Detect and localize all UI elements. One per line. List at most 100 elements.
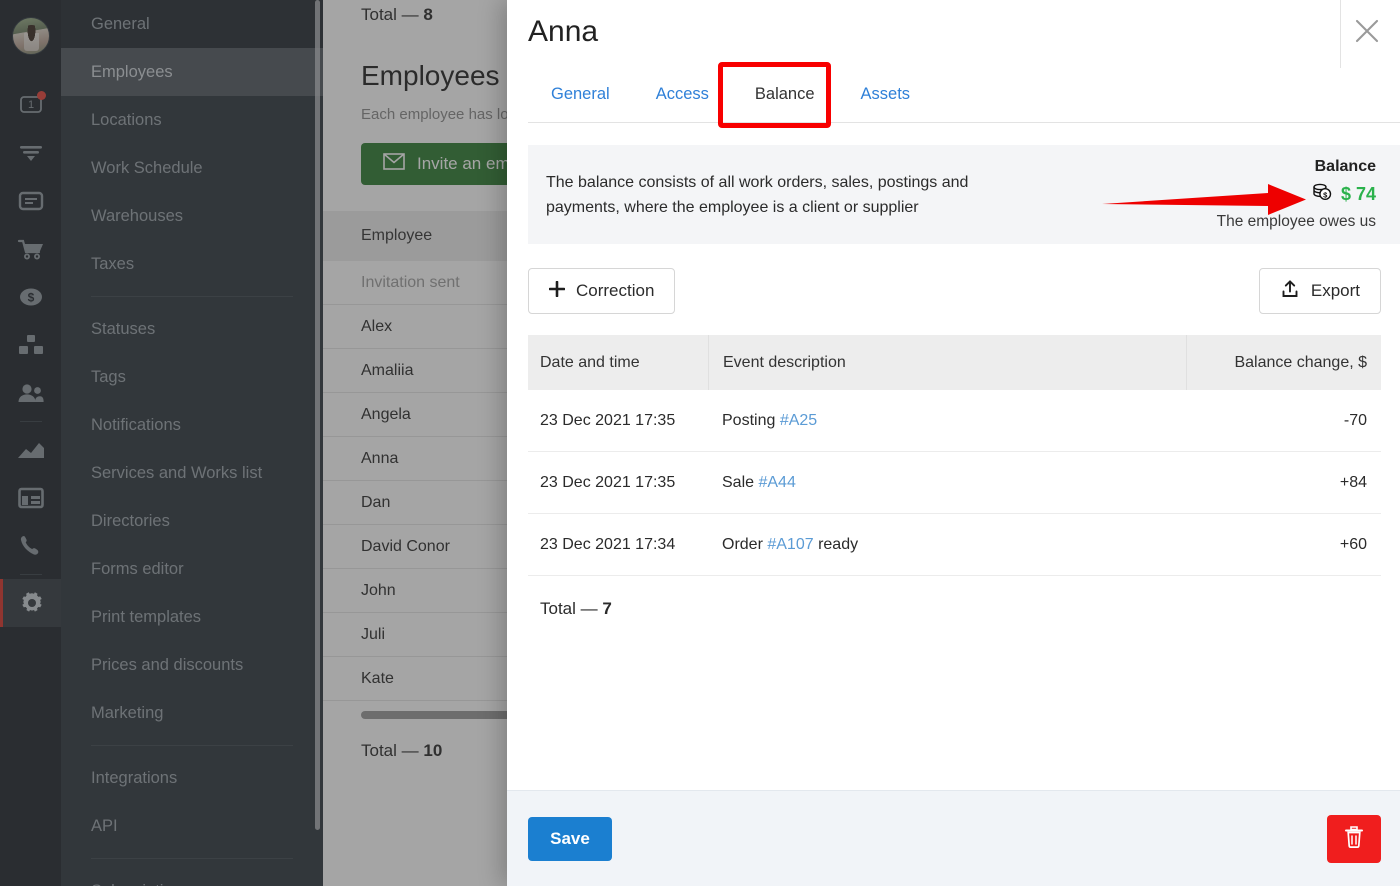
balance-summary: Balance $ $ 74 The employee owes us <box>1217 158 1376 231</box>
cell-date: 23 Dec 2021 17:35 <box>540 411 676 429</box>
menu-separator-3 <box>91 858 293 859</box>
table-row[interactable]: 23 Dec 2021 17:34 Order #A107 ready +60 <box>528 514 1381 576</box>
menu-item-print-templates[interactable]: Print templates <box>61 593 323 641</box>
tab-access[interactable]: Access <box>633 78 732 110</box>
balance-label: Balance <box>1314 158 1376 175</box>
cell-description: Sale #A44 <box>708 452 1186 513</box>
menu-item-statuses[interactable]: Statuses <box>61 305 323 353</box>
funnel-icon[interactable] <box>0 129 61 177</box>
avatar[interactable] <box>11 17 50 55</box>
rail-divider-2 <box>19 574 42 575</box>
balance-value-row: $ $ 74 <box>1217 182 1376 206</box>
app-root: 1 $ General Employees Locations Work Sch… <box>0 0 1400 886</box>
employees-total-value: 10 <box>423 741 443 760</box>
tabs-underline <box>528 122 1400 123</box>
cell-amount: +84 <box>1339 473 1367 491</box>
menu-item-employees[interactable]: Employees <box>61 48 323 96</box>
balance-amount: $ 74 <box>1340 183 1376 204</box>
event-link[interactable]: #A44 <box>758 474 795 492</box>
table-row[interactable]: 23 Dec 2021 17:35 Posting #A25 -70 <box>528 390 1381 452</box>
cell-description: Posting #A25 <box>708 390 1186 451</box>
modal-body: The balance consists of all work orders,… <box>507 127 1400 790</box>
delete-button[interactable] <box>1327 815 1381 863</box>
cart-icon[interactable] <box>0 225 61 273</box>
trash-icon <box>1343 825 1365 854</box>
dollar-coin-icon[interactable]: $ <box>0 273 61 321</box>
menu-item-marketing[interactable]: Marketing <box>61 689 323 737</box>
dashboard-icon[interactable] <box>0 474 61 522</box>
balance-info-panel: The balance consists of all work orders,… <box>528 145 1400 244</box>
analytics-icon[interactable] <box>0 426 61 474</box>
column-header-balance-change: Balance change, $ <box>1186 335 1381 390</box>
tasks-icon[interactable]: 1 <box>0 81 61 129</box>
correction-button[interactable]: Correction <box>528 268 676 314</box>
settings-menu: General Employees Locations Work Schedul… <box>61 0 323 886</box>
event-link[interactable]: #A107 <box>767 536 813 554</box>
menu-item-forms-editor[interactable]: Forms editor <box>61 545 323 593</box>
menu-item-general[interactable]: General <box>61 0 323 48</box>
cell-amount: +60 <box>1339 535 1367 553</box>
tasks-badge-dot <box>37 91 46 100</box>
cell-amount: -70 <box>1343 411 1367 429</box>
menu-separator-2 <box>91 745 293 746</box>
menu-item-api[interactable]: API <box>61 802 323 850</box>
table-row[interactable]: 23 Dec 2021 17:35 Sale #A44 +84 <box>528 452 1381 514</box>
menu-scrollbar[interactable] <box>315 0 320 830</box>
event-link[interactable]: #A25 <box>780 412 817 430</box>
tab-general[interactable]: General <box>528 78 633 110</box>
column-header-description: Event description <box>708 335 1186 390</box>
event-status: ready <box>818 535 859 553</box>
warehouse-icon[interactable] <box>0 321 61 369</box>
previous-total-value: 8 <box>423 5 433 24</box>
menu-item-warehouses[interactable]: Warehouses <box>61 192 323 240</box>
menu-separator-1 <box>91 296 293 297</box>
menu-item-work-schedule[interactable]: Work Schedule <box>61 144 323 192</box>
modal-header: Anna General Access Balance Assets <box>507 0 1400 127</box>
header-divider <box>1340 0 1341 68</box>
menu-item-notifications[interactable]: Notifications <box>61 401 323 449</box>
previous-total-label: Total — <box>361 5 424 24</box>
menu-item-directories[interactable]: Directories <box>61 497 323 545</box>
event-type: Posting <box>722 411 776 429</box>
modal-action-row: Correction Export <box>528 268 1400 314</box>
export-button[interactable]: Export <box>1258 268 1381 314</box>
plus-icon <box>548 280 566 302</box>
rail-divider <box>19 421 42 422</box>
cell-date: 23 Dec 2021 17:34 <box>540 535 676 553</box>
menu-item-taxes[interactable]: Taxes <box>61 240 323 288</box>
save-button[interactable]: Save <box>528 817 612 861</box>
employees-total-label: Total — <box>361 741 424 760</box>
money-coins-icon: $ <box>1312 182 1332 206</box>
employee-detail-modal: Anna General Access Balance Assets The b… <box>507 0 1400 886</box>
menu-item-services-and-works-list[interactable]: Services and Works list <box>61 449 323 497</box>
menu-item-integrations[interactable]: Integrations <box>61 754 323 802</box>
modal-footer: Save <box>507 790 1400 886</box>
clients-icon[interactable] <box>0 369 61 417</box>
phone-icon[interactable] <box>0 522 61 570</box>
tab-assets[interactable]: Assets <box>838 78 934 110</box>
svg-text:$: $ <box>27 291 34 305</box>
balance-note: The employee owes us <box>1216 213 1376 230</box>
cell-description: Order #A107 ready <box>708 514 1186 575</box>
table-total: Total — 7 <box>528 599 1381 619</box>
icon-rail: 1 $ <box>0 0 61 886</box>
table-total-value: 7 <box>602 599 612 618</box>
gear-icon[interactable] <box>0 579 61 627</box>
cell-date: 23 Dec 2021 17:35 <box>540 473 676 491</box>
menu-item-subscription[interactable]: Subscription <box>61 867 323 886</box>
menu-item-prices-and-discounts[interactable]: Prices and discounts <box>61 641 323 689</box>
table-header-row: Date and time Event description Balance … <box>528 335 1381 390</box>
balance-history-table: Date and time Event description Balance … <box>528 335 1381 619</box>
correction-label: Correction <box>576 281 655 300</box>
balance-description: The balance consists of all work orders,… <box>546 173 969 216</box>
menu-item-tags[interactable]: Tags <box>61 353 323 401</box>
modal-tabs: General Access Balance Assets <box>528 78 933 110</box>
close-icon[interactable] <box>1344 8 1390 54</box>
upload-icon <box>1280 279 1300 304</box>
event-type: Sale <box>722 473 755 491</box>
menu-item-locations[interactable]: Locations <box>61 96 323 144</box>
inbox-icon[interactable] <box>0 177 61 225</box>
modal-title: Anna <box>528 15 599 48</box>
envelope-icon <box>383 153 405 175</box>
tab-balance[interactable]: Balance <box>732 78 838 110</box>
